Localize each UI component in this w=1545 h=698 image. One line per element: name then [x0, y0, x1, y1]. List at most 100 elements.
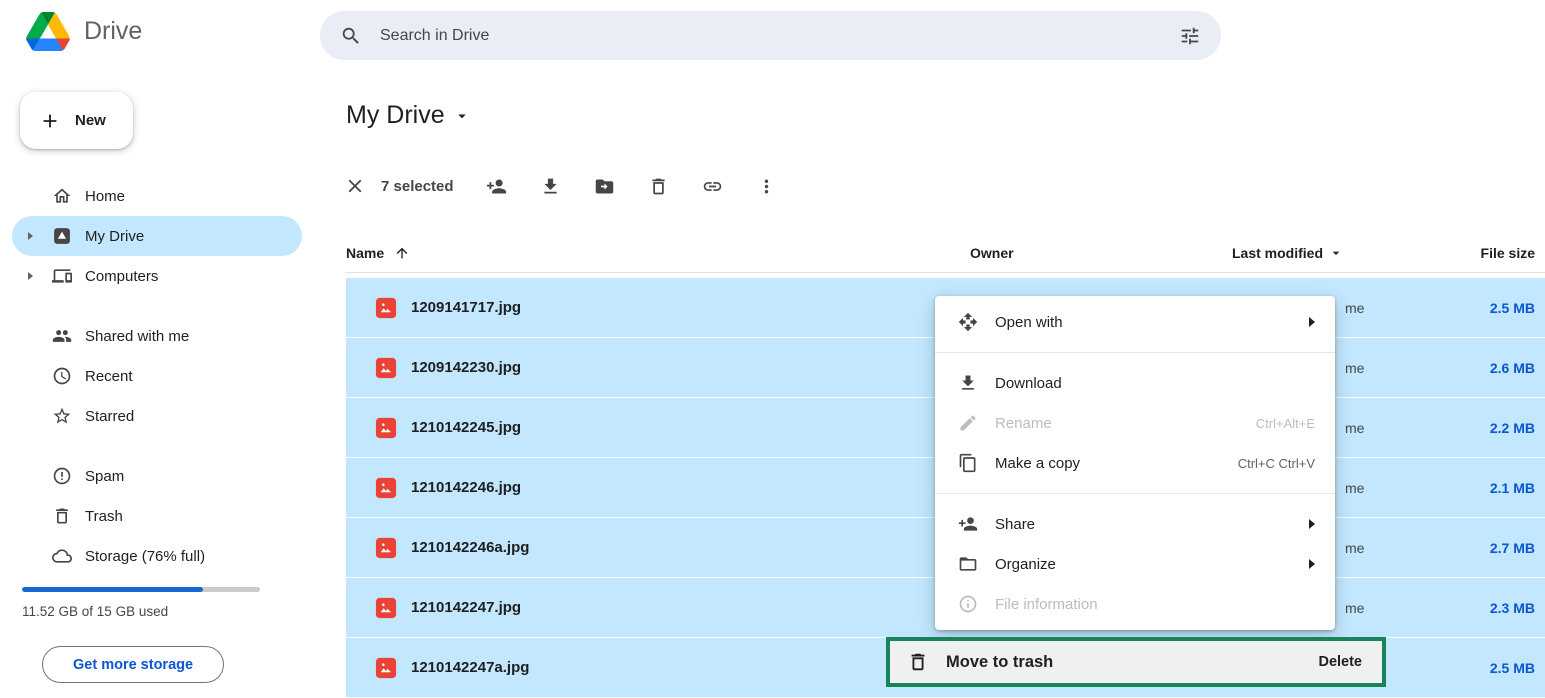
menu-item-download[interactable]: Download — [935, 363, 1335, 403]
open-with-icon — [958, 312, 978, 332]
column-header-owner[interactable]: Owner — [970, 245, 1014, 261]
storage-icon — [52, 546, 72, 566]
menu-item-organize[interactable]: Organize — [935, 544, 1335, 584]
image-file-icon — [375, 477, 397, 499]
search-icon[interactable] — [340, 25, 362, 47]
sidebar-item-spam[interactable]: Spam — [12, 456, 302, 496]
copy-link-button[interactable] — [702, 176, 723, 197]
download-button[interactable] — [540, 176, 561, 197]
sidebar-item-trash[interactable]: Trash — [12, 496, 302, 536]
submenu-arrow-icon — [1309, 519, 1315, 529]
file-name: 1209142230.jpg — [411, 359, 521, 376]
new-button-label: New — [75, 112, 106, 129]
spam-icon — [52, 466, 72, 486]
menu-shortcut: Ctrl+Alt+E — [1256, 416, 1315, 431]
submenu-arrow-icon — [1309, 317, 1315, 327]
image-file-icon — [375, 417, 397, 439]
file-size: 2.1 MB — [1490, 480, 1535, 496]
copy-icon — [958, 453, 978, 473]
column-header-size[interactable]: File size — [1481, 245, 1535, 261]
sidebar-item-shared-with-me[interactable]: Shared with me — [12, 316, 302, 356]
file-size: 2.5 MB — [1490, 300, 1535, 316]
menu-item-label: Open with — [995, 314, 1063, 331]
selected-count: 7 selected — [381, 178, 454, 195]
move-button[interactable] — [594, 176, 615, 197]
move-icon — [594, 176, 615, 197]
menu-item-label: File information — [995, 596, 1098, 613]
menu-item-label: Rename — [995, 415, 1052, 432]
menu-item-label: Make a copy — [995, 455, 1080, 472]
sidebar-item-storage[interactable]: Storage (76% full) — [12, 536, 302, 576]
sidebar-item-label: Trash — [85, 508, 123, 525]
link-icon — [702, 176, 723, 197]
sidebar-item-recent[interactable]: Recent — [12, 356, 302, 396]
menu-item-share[interactable]: Share — [935, 504, 1335, 544]
file-name: 1210142246a.jpg — [411, 539, 529, 556]
sidebar-item-home[interactable]: Home — [12, 176, 302, 216]
expand-caret-icon[interactable] — [28, 232, 33, 240]
sidebar-item-label: Shared with me — [85, 328, 189, 345]
search-input[interactable] — [380, 27, 1179, 45]
trash-button[interactable] — [648, 176, 669, 197]
sidebar-item-label: Storage (76% full) — [85, 548, 205, 565]
image-file-icon — [375, 297, 397, 319]
menu-divider — [935, 352, 1335, 353]
file-size: 2.5 MB — [1490, 660, 1535, 676]
selection-toolbar: 7 selected — [344, 166, 777, 206]
menu-item-label: Move to trash — [946, 653, 1053, 672]
sidebar-item-label: My Drive — [85, 228, 144, 245]
file-size: 2.3 MB — [1490, 600, 1535, 616]
context-menu: Open with Download Rename Ctrl+Alt+E Mak… — [935, 296, 1335, 630]
sidebar-nav: Home My Drive Computers Shared with me R… — [12, 176, 302, 576]
sidebar-item-my-drive[interactable]: My Drive — [12, 216, 302, 256]
file-name: 1210142246.jpg — [411, 479, 521, 496]
menu-item-rename: Rename Ctrl+Alt+E — [935, 403, 1335, 443]
submenu-arrow-icon — [1309, 559, 1315, 569]
chevron-down-icon — [453, 107, 471, 125]
column-header-name[interactable]: Name — [346, 245, 410, 261]
nav-group-divider — [12, 436, 302, 456]
download-icon — [958, 373, 978, 393]
chevron-down-icon — [1328, 245, 1344, 261]
expand-caret-icon[interactable] — [28, 272, 33, 280]
shared-with-me-icon — [52, 326, 72, 346]
toolbar-actions — [486, 176, 777, 197]
sort-ascending-icon — [394, 245, 410, 261]
new-button[interactable]: New — [20, 92, 133, 149]
sidebar-item-computers[interactable]: Computers — [12, 256, 302, 296]
menu-shortcut: Ctrl+C Ctrl+V — [1238, 456, 1315, 471]
trash-icon — [907, 651, 929, 673]
clear-selection-button[interactable] — [344, 175, 366, 197]
modified-by: me — [1345, 480, 1364, 496]
folder-icon — [958, 554, 978, 574]
page-title-label: My Drive — [346, 101, 445, 130]
menu-item-make-a-copy[interactable]: Make a copy Ctrl+C Ctrl+V — [935, 443, 1335, 483]
modified-by: me — [1345, 600, 1364, 616]
more-actions-button[interactable] — [756, 176, 777, 197]
image-file-icon — [375, 657, 397, 679]
rename-icon — [958, 413, 978, 433]
column-header-modified[interactable]: Last modified — [1232, 245, 1344, 261]
drive-logo[interactable]: Drive — [26, 12, 142, 51]
recent-icon — [52, 366, 72, 386]
modified-by: me — [1345, 360, 1364, 376]
image-file-icon — [375, 357, 397, 379]
share-add-icon — [958, 514, 978, 534]
menu-shortcut: Delete — [1318, 654, 1362, 670]
image-file-icon — [375, 597, 397, 619]
file-name: 1209141717.jpg — [411, 299, 521, 316]
menu-item-open-with[interactable]: Open with — [935, 302, 1335, 342]
sidebar-item-label: Computers — [85, 268, 158, 285]
get-more-storage-button[interactable]: Get more storage — [42, 646, 224, 683]
page-title[interactable]: My Drive — [346, 101, 471, 130]
file-size: 2.2 MB — [1490, 420, 1535, 436]
sidebar-item-starred[interactable]: Starred — [12, 396, 302, 436]
search-bar — [320, 11, 1221, 60]
home-icon — [52, 186, 72, 206]
my-drive-icon — [52, 226, 72, 246]
storage-progress-fill — [22, 587, 203, 592]
share-button[interactable] — [486, 176, 507, 197]
menu-item-move-to-trash[interactable]: Move to trash Delete — [886, 637, 1386, 687]
app-title: Drive — [84, 17, 142, 46]
search-options-icon[interactable] — [1179, 25, 1201, 47]
